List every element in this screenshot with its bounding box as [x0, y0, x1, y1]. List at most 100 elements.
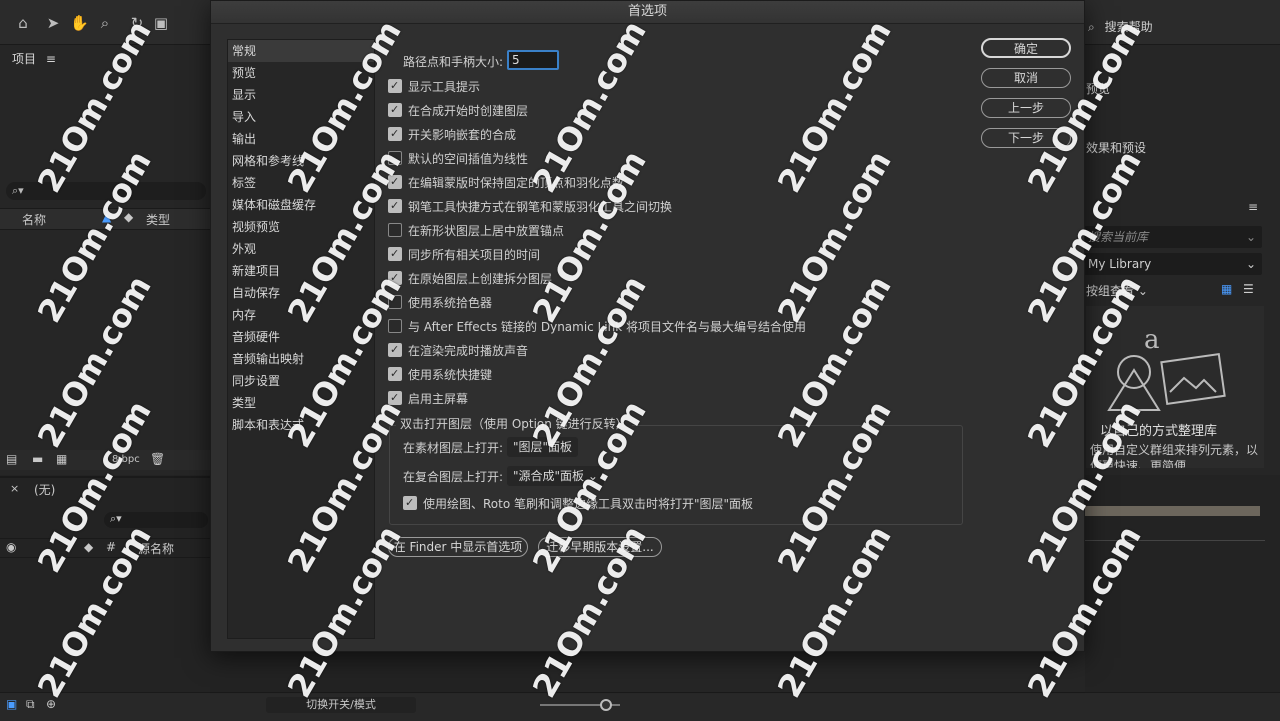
category-item[interactable]: 网格和参考线: [228, 150, 374, 172]
chevron-down-icon: ⌄: [587, 469, 598, 483]
checkbox-icon[interactable]: [388, 295, 402, 309]
timeline-bottom-area: [540, 652, 1085, 692]
visibility-eye-icon[interactable]: ◉: [6, 540, 16, 554]
new-comp-icon[interactable]: ▦: [56, 452, 67, 466]
list-view-icon[interactable]: ☰: [1243, 282, 1254, 296]
migrate-settings-button[interactable]: 迁移早期版本设置...: [538, 537, 662, 557]
timeline-tab[interactable]: (无): [34, 481, 55, 498]
project-search-input[interactable]: ⌕▾: [6, 182, 206, 200]
preference-checkbox-row[interactable]: 钢笔工具快捷方式在钢笔和蒙版羽化工具之间切换: [388, 196, 672, 217]
col-hash: #: [106, 540, 117, 554]
hand-tool-icon[interactable]: ✋: [70, 14, 89, 32]
preference-checkbox-row[interactable]: 使用系统拾色器: [388, 293, 492, 313]
category-item[interactable]: 音频硬件: [228, 326, 374, 348]
checkbox-icon[interactable]: [388, 124, 402, 144]
preference-checkbox-row[interactable]: 开关影响嵌套的合成: [388, 124, 516, 145]
toggle-switches-modes-button[interactable]: 切换开关/模式: [266, 697, 416, 713]
work-area-bar[interactable]: [1085, 506, 1260, 516]
search-help-field[interactable]: ⌕ 搜索帮助: [1088, 18, 1278, 40]
render-icon[interactable]: ▣: [6, 697, 17, 711]
selection-tool-icon[interactable]: ➤: [44, 14, 62, 32]
preference-checkbox-row[interactable]: 在编辑蒙版时保持固定的顶点和羽化点数: [388, 172, 624, 193]
checkbox-icon[interactable]: [388, 223, 402, 237]
comp-open-select[interactable]: "源合成"面板 ⌄: [507, 466, 604, 486]
reveal-in-finder-button[interactable]: 在 Finder 中显示首选项: [388, 537, 528, 557]
preference-checkbox-row[interactable]: 默认的空间插值为线性: [388, 149, 528, 169]
checkbox-icon[interactable]: [388, 319, 402, 333]
category-item[interactable]: 导入: [228, 106, 374, 128]
home-icon[interactable]: ⌂: [14, 14, 32, 32]
next-button[interactable]: 下一步: [981, 128, 1071, 148]
ok-button[interactable]: 确定: [981, 38, 1071, 58]
category-item[interactable]: 同步设置: [228, 370, 374, 392]
right-panel-item-effects[interactable]: 效果和预设: [1086, 139, 1146, 156]
preference-checkbox-row[interactable]: 显示工具提示: [388, 76, 480, 97]
category-item[interactable]: 类型: [228, 392, 374, 414]
panel-menu-icon[interactable]: ≡: [1248, 200, 1258, 214]
preference-checkbox-row[interactable]: 与 After Effects 链接的 Dynamic Link 将项目文件名与…: [388, 317, 806, 337]
handle-size-input[interactable]: 5: [507, 50, 559, 70]
category-item[interactable]: 新建项目: [228, 260, 374, 282]
bpc-label[interactable]: 8 bpc: [112, 454, 140, 465]
checkbox-icon[interactable]: [403, 493, 417, 513]
panel-menu-icon[interactable]: ≡: [46, 52, 56, 66]
sort-ascending-icon[interactable]: ▲: [102, 210, 111, 224]
frame-blend-icon[interactable]: ⊕: [46, 697, 56, 711]
category-item[interactable]: 音频输出映射: [228, 348, 374, 370]
preference-checkbox-row[interactable]: 同步所有相关项目的时间: [388, 244, 540, 265]
category-item[interactable]: 常规: [228, 40, 374, 62]
timeline-search-input[interactable]: ⌕▾: [104, 512, 208, 528]
new-folder-icon[interactable]: ▬: [32, 452, 43, 466]
search-icon: ⌕: [1088, 20, 1095, 34]
previous-button[interactable]: 上一步: [981, 98, 1071, 118]
col-source-name[interactable]: 源名称: [138, 540, 174, 557]
category-item[interactable]: 外观: [228, 238, 374, 260]
category-item[interactable]: 自动保存: [228, 282, 374, 304]
category-item[interactable]: 媒体和磁盘缓存: [228, 194, 374, 216]
preference-checkbox-row[interactable]: 启用主屏幕: [388, 388, 468, 409]
preference-checkbox-row[interactable]: 在渲染完成时播放声音: [388, 340, 528, 361]
grid-view-icon[interactable]: ▦: [1221, 282, 1232, 296]
category-item[interactable]: 输出: [228, 128, 374, 150]
col-type[interactable]: 类型: [146, 211, 170, 228]
zoom-slider-handle[interactable]: [600, 699, 612, 711]
paint-double-click-checkbox[interactable]: 使用绘图、Roto 笔刷和调整边缘工具双击时将打开"图层"面板: [403, 493, 753, 514]
close-tab-icon[interactable]: ×: [10, 482, 19, 495]
checkbox-icon[interactable]: [388, 151, 402, 165]
checkbox-icon[interactable]: [388, 388, 402, 408]
rotate-tool-icon[interactable]: ↻: [128, 14, 146, 32]
checkbox-icon[interactable]: [388, 268, 402, 288]
flowchart-icon[interactable]: ⧉: [26, 697, 35, 712]
dialog-title: 首选项: [211, 1, 1084, 24]
preference-checkbox-row[interactable]: 使用系统快捷键: [388, 364, 492, 385]
checkbox-icon[interactable]: [388, 364, 402, 384]
checkbox-icon[interactable]: [388, 76, 402, 96]
interpret-footage-icon[interactable]: ▤: [6, 452, 17, 466]
right-panel-item-preview[interactable]: 预览: [1086, 80, 1110, 97]
category-item[interactable]: 预览: [228, 62, 374, 84]
category-item[interactable]: 视频预览: [228, 216, 374, 238]
checkbox-icon[interactable]: [388, 340, 402, 360]
trash-icon[interactable]: 🗑: [150, 452, 165, 466]
category-item[interactable]: 内存: [228, 304, 374, 326]
preference-checkbox-row[interactable]: 在原始图层上创建拆分图层: [388, 268, 552, 289]
category-list: 常规 预览 显示 导入 输出 网格和参考线 标签 媒体和磁盘缓存 视频预览 外观 新建项目 自动保存内…: [227, 39, 375, 639]
category-item[interactable]: 显示: [228, 84, 374, 106]
col-name[interactable]: 名称: [22, 211, 46, 228]
zoom-tool-icon[interactable]: ⌕: [96, 14, 114, 32]
checkbox-icon[interactable]: [388, 244, 402, 264]
checkbox-icon[interactable]: [388, 196, 402, 216]
checkbox-icon[interactable]: [388, 100, 402, 120]
cancel-button[interactable]: 取消: [981, 68, 1071, 88]
library-search-input[interactable]: 搜索当前库 ⌄: [1082, 226, 1262, 248]
library-description: 使用自定义群组来排列元素，以便更快速、更简便: [1090, 443, 1259, 468]
preference-checkbox-row[interactable]: 在合成开始时创建图层: [388, 100, 528, 121]
preference-checkbox-row[interactable]: 在新形状图层上居中放置锚点: [388, 221, 564, 241]
category-item[interactable]: 脚本和表达式: [228, 414, 374, 436]
view-by-group-dropdown[interactable]: 按组查看 ⌄: [1086, 282, 1148, 299]
category-item[interactable]: 标签: [228, 172, 374, 194]
library-select[interactable]: My Library ⌄: [1082, 253, 1262, 275]
checkbox-icon[interactable]: [388, 172, 402, 192]
camera-tool-icon[interactable]: ▣: [152, 14, 170, 32]
footage-open-select[interactable]: "图层"面板: [507, 437, 579, 457]
